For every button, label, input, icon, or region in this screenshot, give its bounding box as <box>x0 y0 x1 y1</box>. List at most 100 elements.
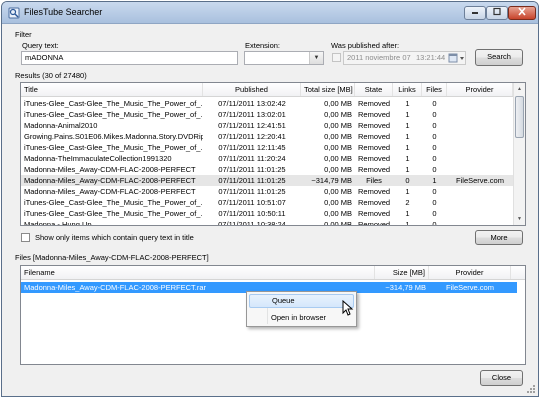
cell-state: Files <box>366 176 382 185</box>
cell-size: ~314,79 MB <box>311 176 352 185</box>
cell-provider <box>447 109 513 120</box>
resize-grip-icon[interactable] <box>526 384 536 394</box>
cell-title: iTunes-Glee_Cast-Glee_The_Music_The_Powe… <box>24 110 203 119</box>
query-input[interactable]: mADONNA <box>21 51 238 65</box>
cell-files: 1 <box>432 176 437 185</box>
published-checkbox[interactable] <box>332 53 341 62</box>
file-size: ~314,79 MB <box>385 283 426 292</box>
cell-links: 1 <box>405 165 410 174</box>
column-header-title[interactable]: Title <box>21 83 203 96</box>
cell-links: 1 <box>405 209 410 218</box>
cell-state: Removed <box>358 99 391 108</box>
mouse-cursor-icon <box>342 300 354 316</box>
cell-files: 0 <box>432 154 437 163</box>
cell-provider <box>447 219 513 225</box>
cell-links: 2 <box>405 198 410 207</box>
cell-published: 07/11/2011 13:02:42 <box>218 99 286 108</box>
cell-provider <box>447 120 513 131</box>
table-row[interactable]: Madonna-Miles_Away-CDM-FLAC-2008-PERFECT… <box>21 186 513 197</box>
results-scrollbar[interactable]: ▲ ▼ <box>513 83 525 225</box>
close-icon <box>518 7 526 16</box>
table-row[interactable]: iTunes-Glee_Cast-Glee_The_Music_The_Powe… <box>21 208 513 219</box>
table-row[interactable]: Growing.Pains.S01E06.Mikes.Madonna.Story… <box>21 131 513 142</box>
scroll-thumb[interactable] <box>515 96 524 138</box>
table-row[interactable]: iTunes-Glee_Cast-Glee_The_Music_The_Powe… <box>21 197 513 208</box>
cell-files: 0 <box>432 121 437 130</box>
cell-title: Growing.Pains.S01E06.Mikes.Madonna.Story… <box>24 132 203 141</box>
menu-item-open-in-browser[interactable]: Open in browser <box>249 311 354 325</box>
cell-state: Removed <box>358 121 391 130</box>
close-window-button[interactable] <box>508 6 536 20</box>
cell-links: 1 <box>405 132 410 141</box>
maximize-button[interactable] <box>486 6 508 20</box>
results-table[interactable]: Title Published Total size [MB] State Li… <box>20 82 526 226</box>
cell-files: 0 <box>432 187 437 196</box>
cell-provider <box>447 197 513 208</box>
column-header-size[interactable]: Total size [MB] <box>301 83 355 96</box>
main-window: FilesTube Searcher Filter Query text: mA… <box>1 1 539 397</box>
cell-title: Madonna-Miles_Away-CDM-FLAC-2008-PERFECT <box>24 165 196 174</box>
show-only-label: Show only items which contain query text… <box>35 233 194 242</box>
table-row[interactable]: Madonna-TheImmaculateCollection1991320 07… <box>21 153 513 164</box>
calendar-icon <box>448 53 464 63</box>
menu-item-queue[interactable]: Queue <box>249 294 354 308</box>
cell-links: 1 <box>405 110 410 119</box>
cell-provider <box>447 186 513 197</box>
cell-files: 0 <box>432 132 437 141</box>
cell-links: 1 <box>405 154 410 163</box>
cell-provider <box>447 208 513 219</box>
table-row[interactable]: Madonna - Hung Up 07/11/2011 10:38:24 0,00… <box>21 219 513 226</box>
cell-size: 0,00 MB <box>324 143 352 152</box>
title-bar[interactable]: FilesTube Searcher <box>2 2 538 24</box>
cell-published: 07/11/2011 11:20:24 <box>218 154 286 163</box>
table-row[interactable]: iTunes-Glee_Cast-Glee_The_Music_The_Powe… <box>21 98 513 109</box>
cell-files: 0 <box>432 209 437 218</box>
cell-title: iTunes-Glee_Cast-Glee_The_Music_The_Powe… <box>24 99 203 108</box>
table-row[interactable]: Madonna-Animal2010 07/11/2011 12:41:51 0,0… <box>21 120 513 131</box>
cell-title: Madonna-Miles_Away-CDM-FLAC-2008-PERFECT <box>24 176 196 185</box>
more-button[interactable]: More <box>475 230 523 245</box>
show-only-checkbox[interactable] <box>21 233 30 242</box>
column-header-published[interactable]: Published <box>203 83 301 96</box>
cell-title: Madonna-Miles_Away-CDM-FLAC-2008-PERFECT <box>24 187 196 196</box>
close-button[interactable]: Close <box>480 370 523 386</box>
filter-label: Filter <box>15 30 32 39</box>
column-header-provider[interactable]: Provider <box>447 83 513 96</box>
column-header-files[interactable]: Files <box>422 83 447 96</box>
table-row[interactable]: Madonna-Miles_Away-CDM-FLAC-2008-PERFECT… <box>21 164 513 175</box>
cell-title: iTunes-Glee_Cast-Glee_The_Music_The_Powe… <box>24 198 203 207</box>
column-header-filename[interactable]: Filename <box>21 266 375 279</box>
cell-files: 0 <box>432 110 437 119</box>
cell-title: Madonna-Animal2010 <box>24 121 98 130</box>
files-header: Filename Size [MB] Provider <box>21 266 525 280</box>
scroll-down-icon[interactable]: ▼ <box>514 213 525 225</box>
column-header-links[interactable]: Links <box>393 83 422 96</box>
table-row[interactable]: Madonna-Miles_Away-CDM-FLAC-2008-PERFECT… <box>21 175 513 186</box>
cell-title: Madonna-TheImmaculateCollection1991320 <box>24 154 172 163</box>
cell-published: 07/11/2011 11:01:25 <box>218 187 286 196</box>
cell-published: 07/11/2011 11:01:25 <box>218 165 286 174</box>
cell-links: 0 <box>405 176 410 185</box>
column-header-file-size[interactable]: Size [MB] <box>375 266 429 279</box>
calendar-button[interactable] <box>448 52 466 64</box>
minimize-button[interactable] <box>464 6 486 20</box>
files-label: Files [Madonna-Miles_Away-CDM-FLAC-2008-… <box>15 253 209 262</box>
published-date: 2011 noviembre 07 <box>347 53 411 62</box>
column-header-state[interactable]: State <box>355 83 393 96</box>
table-row[interactable]: iTunes-Glee_Cast-Glee_The_Music_The_Powe… <box>21 142 513 153</box>
cell-files: 0 <box>432 220 437 226</box>
cell-state: Removed <box>358 132 391 141</box>
chevron-down-icon: ▼ <box>309 52 323 64</box>
cell-size: 0,00 MB <box>324 132 352 141</box>
cell-provider <box>447 164 513 175</box>
table-row[interactable]: iTunes-Glee_Cast-Glee_The_Music_The_Powe… <box>21 109 513 120</box>
scroll-up-icon[interactable]: ▲ <box>514 83 525 95</box>
query-label: Query text: <box>22 41 59 50</box>
cell-state: Removed <box>358 110 391 119</box>
search-button[interactable]: Search <box>475 49 523 66</box>
extension-select[interactable]: ▼ <box>244 51 324 65</box>
column-header-file-provider[interactable]: Provider <box>429 266 511 279</box>
cell-links: 1 <box>405 187 410 196</box>
cell-published: 07/11/2011 12:41:51 <box>218 121 286 130</box>
cell-state: Removed <box>358 154 391 163</box>
